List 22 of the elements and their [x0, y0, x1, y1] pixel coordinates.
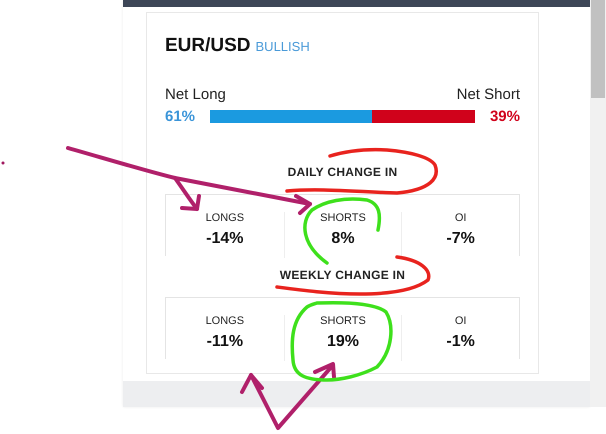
scrollbar[interactable]	[590, 0, 606, 407]
net-long-label: Net Long	[165, 86, 226, 103]
stat-value: 8%	[331, 230, 355, 248]
pair-title: EUR/USD	[165, 35, 251, 57]
net-long-value: 61%	[165, 108, 196, 125]
stat-value: -1%	[446, 333, 475, 351]
net-short-value: 39%	[488, 108, 520, 125]
stat-label: OI	[454, 212, 466, 224]
stat-value: -14%	[206, 230, 244, 248]
stat-value: 19%	[326, 333, 359, 351]
section-title: DAILY CHANGE IN	[286, 165, 398, 179]
net-short-label: Net Short	[456, 86, 520, 103]
bias-label: BULLISH	[256, 39, 310, 54]
section-title: WEEKLY CHANGE IN	[278, 268, 406, 282]
stat-value: -11%	[206, 333, 244, 351]
dot-drawing	[2, 162, 4, 164]
stat-value: -7%	[446, 230, 475, 248]
stat-label: LONGS	[206, 212, 244, 224]
stat-label: SHORTS	[320, 315, 366, 327]
stat-label: LONGS	[206, 315, 244, 327]
stat-label: OI	[454, 315, 466, 327]
stat-label: SHORTS	[320, 212, 366, 224]
